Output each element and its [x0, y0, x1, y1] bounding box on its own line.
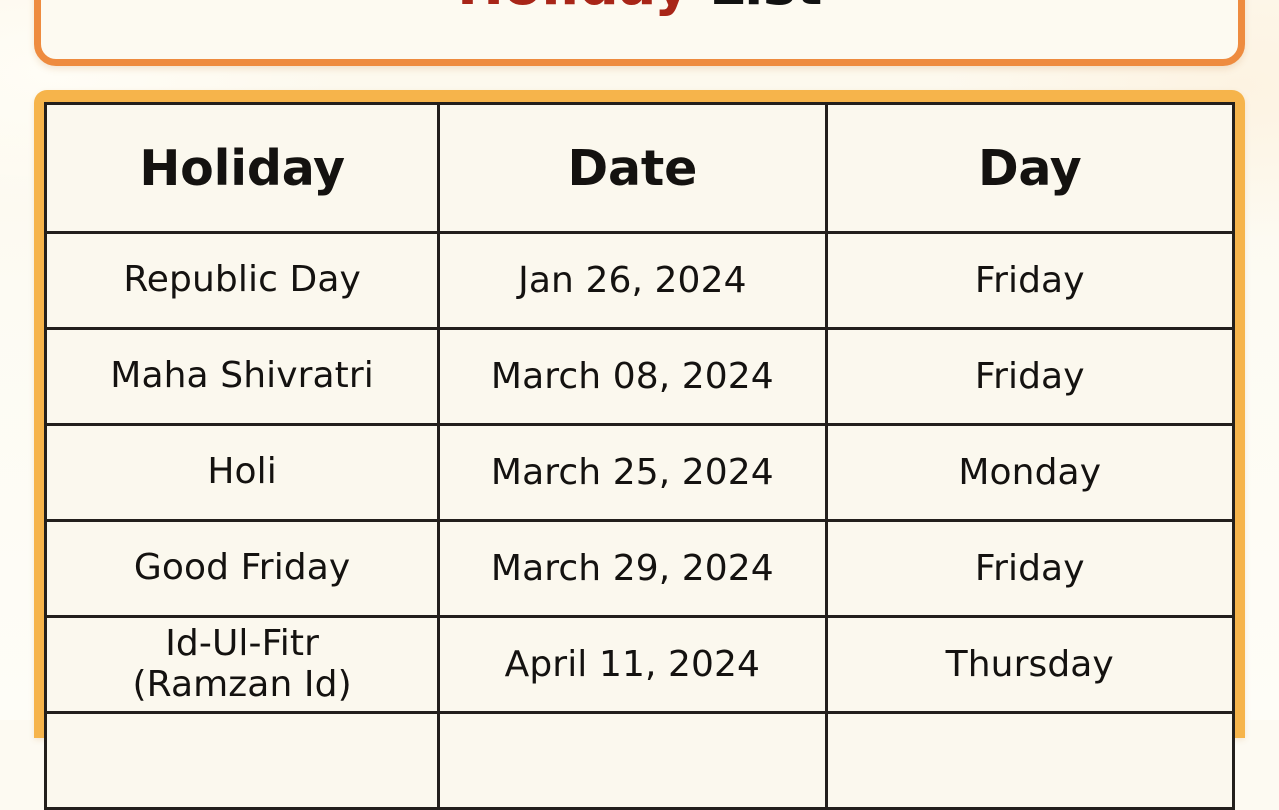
page-title-rest: List — [690, 0, 822, 18]
cell-date — [437, 711, 828, 810]
title-banner: Holiday List — [34, 0, 1245, 66]
table-frame: Holiday Date Day Republic Day Jan 26, 20… — [34, 90, 1245, 810]
cell-holiday: Maha Shivratri — [43, 327, 441, 426]
table-header: Holiday Date Day — [43, 102, 1235, 234]
table-header-row: Holiday Date Day — [43, 102, 1235, 234]
cell-day: Monday — [824, 423, 1235, 522]
cell-holiday-line1: Good Friday — [133, 547, 351, 589]
table-row: Good Friday March 29, 2024 Friday — [43, 519, 1235, 618]
column-header-holiday: Holiday — [43, 102, 441, 234]
cell-date: April 11, 2024 — [437, 615, 828, 714]
cell-holiday-line1: Holi — [207, 451, 277, 493]
column-header-date: Date — [437, 102, 828, 234]
cell-holiday-line2: (Ramzan Id) — [132, 663, 352, 705]
cell-holiday-line1: Maha Shivratri — [110, 355, 374, 397]
table-row: Maha Shivratri March 08, 2024 Friday — [43, 327, 1235, 426]
cell-date: March 29, 2024 — [437, 519, 828, 618]
page-title: Holiday List — [457, 0, 822, 21]
cell-day: Friday — [824, 519, 1235, 618]
cell-holiday: Holi — [43, 423, 441, 522]
cell-holiday: Republic Day — [43, 231, 441, 330]
cell-day: Friday — [824, 327, 1235, 426]
page-title-highlight: Holiday — [457, 0, 690, 18]
cell-day: Friday — [824, 231, 1235, 330]
cell-date: March 08, 2024 — [437, 327, 828, 426]
cell-holiday — [43, 711, 441, 810]
table-body: Republic Day Jan 26, 2024 Friday Maha Sh… — [43, 231, 1235, 810]
cell-day — [824, 711, 1235, 810]
table-row: Id-Ul-Fitr (Ramzan Id) April 11, 2024 Thu… — [43, 615, 1235, 714]
cell-day: Thursday — [824, 615, 1235, 714]
page-canvas: Holiday List Holiday Date Day Republic D… — [0, 0, 1279, 810]
table-row: Republic Day Jan 26, 2024 Friday — [43, 231, 1235, 330]
column-header-day: Day — [824, 102, 1235, 234]
table-row — [43, 711, 1235, 810]
cell-date: March 25, 2024 — [437, 423, 828, 522]
holiday-table: Holiday Date Day Republic Day Jan 26, 20… — [43, 102, 1235, 810]
cell-holiday-line1: Id-Ul-Fitr — [165, 623, 320, 665]
table-row: Holi March 25, 2024 Monday — [43, 423, 1235, 522]
cell-holiday: Id-Ul-Fitr (Ramzan Id) — [43, 615, 441, 714]
cell-holiday: Good Friday — [43, 519, 441, 618]
cell-holiday-line1: Republic Day — [123, 259, 361, 301]
cell-date: Jan 26, 2024 — [437, 231, 828, 330]
